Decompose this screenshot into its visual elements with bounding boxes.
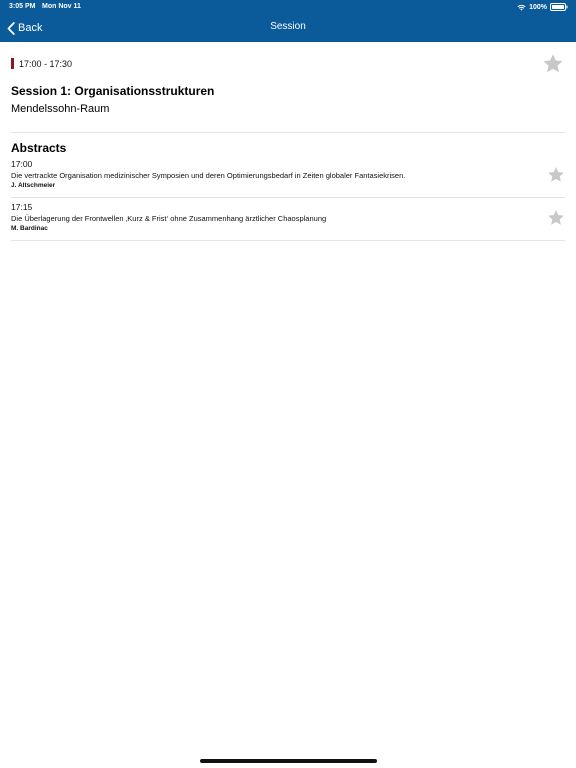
abstract-author: M. Bardinac xyxy=(11,225,48,232)
wifi-icon xyxy=(517,4,526,11)
top-bar: 3:05 PM Mon Nov 11 100% Back Session xyxy=(0,0,576,42)
star-icon xyxy=(543,54,563,73)
abstract-time: 17:15 xyxy=(11,202,33,212)
session-title: Session 1: Organisationsstrukturen xyxy=(11,84,215,98)
session-favorite-button[interactable] xyxy=(542,53,564,75)
back-button[interactable]: Back xyxy=(7,20,42,36)
star-icon xyxy=(548,167,564,182)
session-screen: 3:05 PM Mon Nov 11 100% Back Session 17:… xyxy=(0,0,576,768)
battery-percent: 100% xyxy=(529,3,547,11)
status-indicators: 100% xyxy=(517,2,568,12)
page-title: Session xyxy=(270,21,306,32)
chevron-left-icon xyxy=(7,21,15,35)
session-time: 17:00 - 17:30 xyxy=(11,58,72,69)
status-date: Mon Nov 11 xyxy=(42,3,81,10)
abstract-title: Die vertrackte Organisation medizinische… xyxy=(11,171,406,180)
time-accent-bar xyxy=(11,58,14,69)
abstract-author: J. Altschmeier xyxy=(11,182,56,189)
session-time-text: 17:00 - 17:30 xyxy=(19,58,73,69)
abstracts-heading: Abstracts xyxy=(11,141,67,155)
star-icon xyxy=(548,210,564,225)
abstract-title: Die Überlagerung der Frontwellen ‚Kurz &… xyxy=(11,214,327,223)
abstract-favorite-button[interactable] xyxy=(547,209,565,227)
session-room: Mendelssohn-Raum xyxy=(11,103,110,115)
abstract-time: 17:00 xyxy=(11,159,33,169)
divider xyxy=(11,240,565,241)
abstract-favorite-button[interactable] xyxy=(547,166,565,184)
abstract-item[interactable]: 17:00 Die vertrackte Organisation medizi… xyxy=(11,159,565,191)
status-time: 3:05 PM xyxy=(9,3,36,10)
abstract-item[interactable]: 17:15 Die Überlagerung der Frontwellen ‚… xyxy=(11,202,565,234)
home-indicator[interactable] xyxy=(200,759,377,763)
divider xyxy=(11,132,565,133)
back-label: Back xyxy=(18,22,43,34)
divider xyxy=(11,197,565,198)
battery-icon xyxy=(550,3,568,11)
